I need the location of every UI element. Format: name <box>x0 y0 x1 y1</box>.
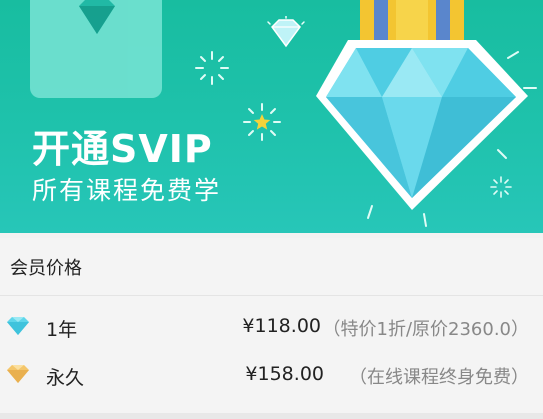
divider <box>0 295 543 296</box>
star-sparkle-icon <box>243 103 281 141</box>
svip-banner[interactable]: 开通SVIP 所有课程免费学 <box>0 0 543 233</box>
gold-diamond-icon <box>7 365 29 383</box>
plan-note: （特价1折/原价2360.0） <box>322 319 530 340</box>
plan-price: ¥118.00 <box>242 315 321 337</box>
plan-note: （在线课程终身免费） <box>349 367 529 388</box>
plan-row-lifetime[interactable]: 永久 ¥158.00 （在线课程终身免费） <box>0 358 543 394</box>
blue-diamond-icon <box>7 317 29 335</box>
banner-title: 开通SVIP <box>32 127 213 171</box>
banner-subtitle: 所有课程免费学 <box>32 176 222 205</box>
plan-label: 永久 <box>46 367 85 389</box>
card-diamond-icon <box>79 0 115 34</box>
sparkle-icon <box>195 51 229 85</box>
section-title: 会员价格 <box>10 258 82 279</box>
membership-price-panel: 会员价格 1年 ¥118.00 （特价1折/原价2360.0） 永久 ¥158.… <box>0 238 543 419</box>
plan-price: ¥158.00 <box>245 363 324 385</box>
divider <box>0 413 543 419</box>
plan-row-1year[interactable]: 1年 ¥118.00 （特价1折/原价2360.0） <box>0 310 543 346</box>
plan-label: 1年 <box>46 319 78 341</box>
diamond-medal-icon <box>316 0 537 227</box>
membership-card-graphic <box>30 0 162 98</box>
small-diamond-icon <box>267 16 305 48</box>
